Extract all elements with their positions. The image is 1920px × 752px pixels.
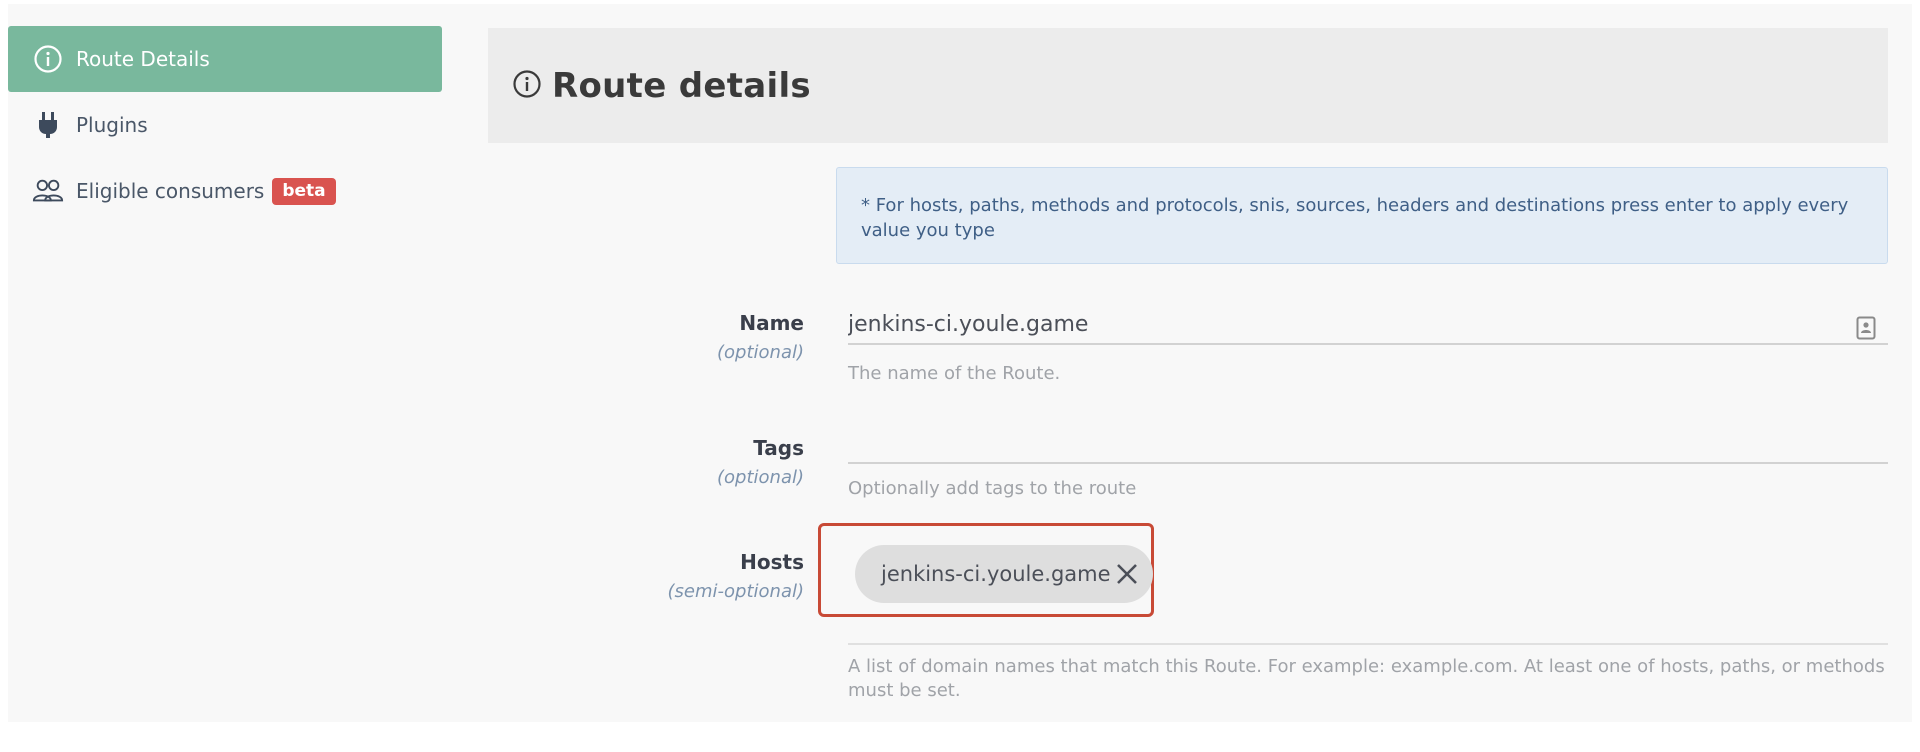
contact-card-icon[interactable] <box>1856 316 1876 344</box>
name-hint: (optional) <box>717 342 804 363</box>
name-input[interactable] <box>848 306 1888 343</box>
sidebar-item-label: Route Details <box>76 47 210 71</box>
name-label: Name <box>739 311 804 335</box>
sidebar-item-plugins[interactable]: Plugins <box>8 92 442 158</box>
tags-help: Optionally add tags to the route <box>848 478 1137 499</box>
name-label-group: Name (optional) <box>717 310 804 366</box>
info-icon <box>512 69 542 103</box>
close-icon[interactable] <box>1113 560 1141 588</box>
tags-field <box>848 425 1888 464</box>
tags-label-group: Tags (optional) <box>717 435 804 491</box>
tags-label: Tags <box>753 436 804 460</box>
hosts-label-group: Hosts (semi-optional) <box>668 549 804 605</box>
hosts-hint: (semi-optional) <box>667 581 804 602</box>
hosts-label: Hosts <box>740 550 804 574</box>
tags-hint: (optional) <box>717 467 804 488</box>
tags-input[interactable] <box>848 425 1888 462</box>
info-icon <box>32 43 64 75</box>
sidebar-item-route-details[interactable]: Route Details <box>8 26 442 92</box>
sidebar-item-eligible-consumers[interactable]: Eligible consumers beta <box>8 158 442 224</box>
plug-icon <box>32 109 64 141</box>
sidebar: Route Details Plugins Eligible consumers… <box>8 26 442 224</box>
beta-badge: beta <box>272 177 336 205</box>
sidebar-item-label: Plugins <box>76 113 148 137</box>
hosts-help: A list of domain names that match this R… <box>848 656 1885 701</box>
info-notice: * For hosts, paths, methods and protocol… <box>836 167 1888 264</box>
users-icon <box>32 175 64 207</box>
hosts-input-underline[interactable] <box>848 643 1888 645</box>
page-title: Route details <box>552 65 811 106</box>
name-help: The name of the Route. <box>848 363 1061 384</box>
host-chip[interactable]: jenkins-ci.youle.game <box>855 545 1153 603</box>
sidebar-item-label: Eligible consumers <box>76 179 265 203</box>
page-header: Route details <box>488 28 1888 143</box>
name-field <box>848 306 1888 345</box>
host-chip-label: jenkins-ci.youle.game <box>881 562 1111 586</box>
